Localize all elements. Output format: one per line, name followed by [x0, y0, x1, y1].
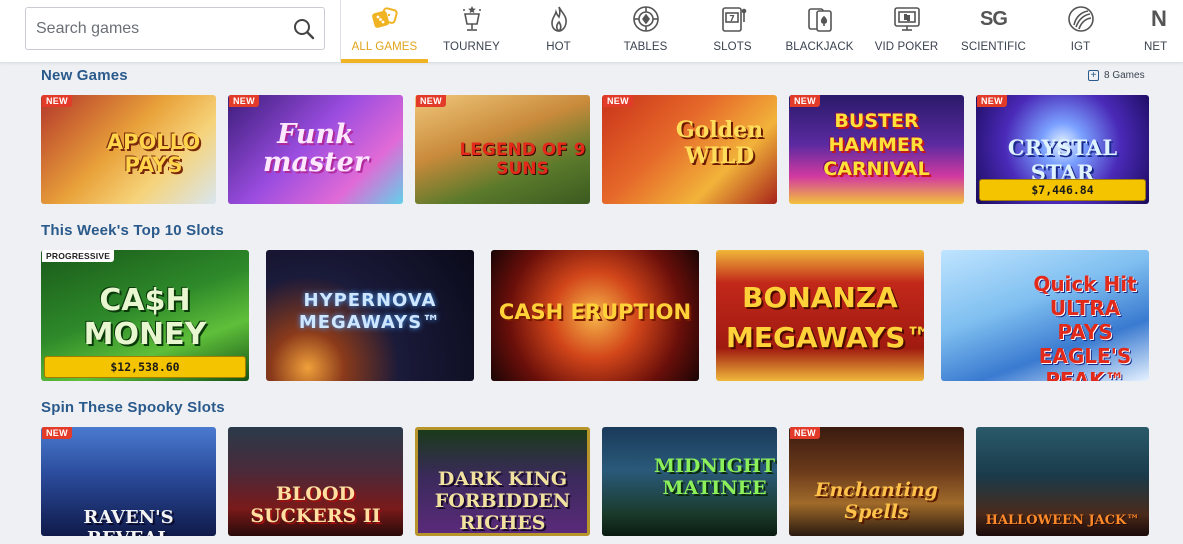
game-tile-apollo-pays[interactable]: APOLLO PAYS NEW	[41, 95, 216, 204]
game-tile-hypernova-megaways[interactable]: HYPERNOVA MEGAWAYS™	[266, 250, 474, 381]
game-art-title: HALLOWEEN JACK™	[985, 513, 1140, 528]
game-art-title: BLOOD SUCKERS II	[250, 483, 381, 527]
new-badge: NEW	[42, 95, 72, 107]
top-navigation-bar: ALL GAMES TOURNEY HOT	[0, 0, 1183, 63]
game-tile-quick-hit-ultra-pays[interactable]: Quick Hit ULTRA PAYS EAGLE'S PEAK™	[941, 250, 1149, 381]
new-badge: NEW	[416, 95, 446, 107]
game-tile-enchanting-spells[interactable]: Enchanting Spells NEW	[789, 427, 964, 536]
game-art-title: LEGEND OF 9 SUNS	[459, 140, 586, 179]
game-art-title: Funk master	[262, 119, 369, 178]
new-badge: NEW	[790, 95, 820, 107]
search-input[interactable]	[36, 8, 286, 49]
section-title-new-games: New Games	[41, 67, 128, 84]
nav-tab-igt[interactable]: IGT	[1037, 0, 1124, 63]
expand-plus-icon: +	[1088, 70, 1099, 81]
nav-tab-label: VID POKER	[874, 41, 939, 53]
igt-logo-icon	[1066, 4, 1096, 34]
progressive-badge: PROGRESSIVE	[42, 250, 115, 262]
game-tile-legend-of-9-suns[interactable]: LEGEND OF 9 SUNS NEW	[415, 95, 590, 204]
nav-tab-blackjack[interactable]: BLACKJACK	[776, 0, 863, 63]
flame-icon	[544, 4, 574, 34]
game-tile-golden-wild[interactable]: Golden WILD NEW	[602, 95, 777, 204]
section-title-top-10-slots: This Week's Top 10 Slots	[41, 222, 224, 239]
game-tile-bonanza-megaways[interactable]: BONANZA MEGAWAYS™	[716, 250, 924, 381]
new-badge: NEW	[42, 427, 72, 439]
game-tile-dark-king[interactable]: DARK KING FORBIDDEN RICHES	[415, 427, 590, 536]
new-badge: NEW	[977, 95, 1007, 107]
search-box[interactable]	[25, 7, 325, 50]
game-tile-crystal-star[interactable]: CRYSTAL STAR NEW $7,446.84	[976, 95, 1149, 204]
game-tile-ravens-reveal[interactable]: RAVEN'S REVEAL NEW	[41, 427, 216, 536]
game-art-title: CASH ERUPTION	[498, 300, 692, 324]
nav-tab-all-games[interactable]: ALL GAMES	[341, 0, 428, 63]
trophy-stars-icon	[457, 4, 487, 34]
game-tile-midnight-matinee[interactable]: MIDNIGHT MATINEE	[602, 427, 777, 536]
jackpot-amount: $12,538.60	[44, 356, 246, 378]
dice-icon	[370, 4, 400, 34]
game-art-title: MIDNIGHT MATINEE	[654, 455, 775, 499]
game-tile-halloween-jack[interactable]: HALLOWEEN JACK™	[976, 427, 1149, 536]
section-title-spooky-slots: Spin These Spooky Slots	[41, 399, 225, 416]
nav-tab-label: SLOTS	[713, 41, 752, 53]
game-art-title: Quick Hit ULTRA PAYS EAGLE'S PEAK™	[1033, 272, 1137, 381]
slot-machine-icon: 7	[718, 4, 748, 34]
nav-tab-net[interactable]: N NET	[1124, 0, 1183, 63]
game-art-title: BONANZA MEGAWAYS™	[726, 281, 924, 354]
netent-logo-icon: N	[1144, 4, 1174, 34]
new-badge: NEW	[790, 427, 820, 439]
svg-text:7: 7	[729, 14, 735, 23]
game-tile-funk-master[interactable]: Funk master NEW	[228, 95, 403, 204]
nav-tab-vid-poker[interactable]: VID POKER	[863, 0, 950, 63]
nav-tab-scientific[interactable]: SG SCIENTIFIC	[950, 0, 1037, 63]
game-tile-blood-suckers-ii[interactable]: BLOOD SUCKERS II	[228, 427, 403, 536]
game-tile-cash-eruption[interactable]: CASH ERUPTION	[491, 250, 699, 381]
game-art-title: Enchanting Spells	[815, 479, 938, 523]
nav-tab-label: TOURNEY	[443, 41, 500, 53]
nav-tab-label: NET	[1144, 41, 1168, 53]
nav-tab-label: IGT	[1070, 41, 1091, 53]
game-tile-cash-money[interactable]: CA$H MONEY PROGRESSIVE $12,538.60	[41, 250, 249, 381]
netent-logo-text: N	[1151, 6, 1167, 31]
game-art-title: Golden WILD	[675, 117, 764, 169]
new-badge: NEW	[229, 95, 259, 107]
poker-chip-icon	[631, 4, 661, 34]
game-art-title: RAVEN'S REVEAL	[83, 507, 174, 536]
nav-tab-tables[interactable]: TABLES	[602, 0, 689, 63]
jackpot-amount: $7,446.84	[979, 179, 1146, 201]
nav-tab-label: ALL GAMES	[351, 41, 418, 53]
nav-tab-label: SCIENTIFIC	[961, 41, 1026, 53]
games-count-label: 8 Games	[1104, 70, 1145, 81]
sg-logo-text: SG	[980, 7, 1008, 30]
nav-tab-tourney[interactable]: TOURNEY	[428, 0, 515, 63]
sg-logo-icon: SG	[979, 4, 1009, 34]
game-art-title: CA$H MONEY	[83, 283, 207, 352]
game-art-title: DARK KING FORBIDDEN RICHES	[434, 468, 571, 534]
video-poker-icon	[892, 4, 922, 34]
game-art-title: BUSTER HAMMER CARNIVAL	[823, 110, 930, 180]
game-art-title: APOLLO PAYS	[106, 130, 201, 177]
new-badge: NEW	[603, 95, 633, 107]
nav-tab-hot[interactable]: HOT	[515, 0, 602, 63]
game-art-title: HYPERNOVA MEGAWAYS™	[298, 290, 442, 333]
nav-tab-slots[interactable]: 7 SLOTS	[689, 0, 776, 63]
game-art-title: CRYSTAL STAR	[1007, 135, 1118, 185]
game-tile-buster-hammer-carnival[interactable]: BUSTER HAMMER CARNIVAL NEW	[789, 95, 964, 204]
view-all-new-games-link[interactable]: + 8 Games	[1088, 70, 1145, 81]
active-tab-underline	[341, 59, 428, 63]
nav-tab-label: BLACKJACK	[785, 41, 854, 53]
search-icon[interactable]	[292, 17, 316, 41]
playing-cards-icon	[805, 4, 835, 34]
nav-tab-label: HOT	[546, 41, 571, 53]
nav-tab-label: TABLES	[623, 41, 668, 53]
